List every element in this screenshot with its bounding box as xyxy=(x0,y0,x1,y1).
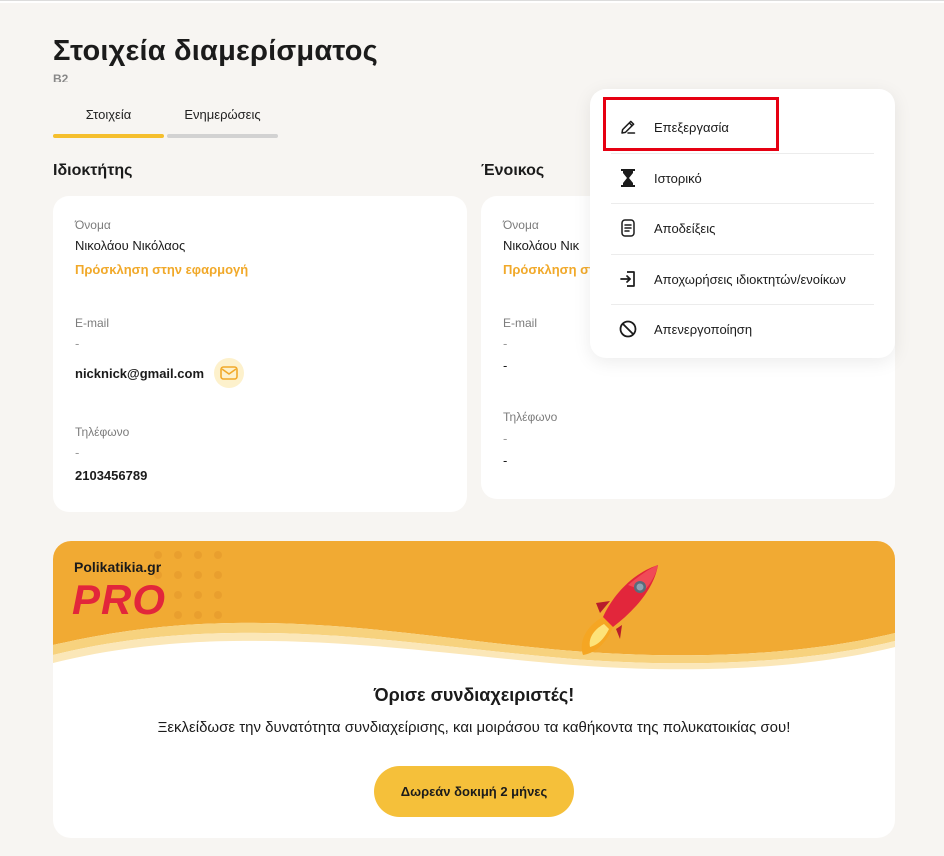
highlight-edit-box xyxy=(603,97,779,151)
pro-badge: PRO xyxy=(72,576,167,623)
promo-heading: Όρισε συνδιαχειριστές! xyxy=(373,685,575,705)
hourglass-icon xyxy=(619,169,637,187)
tenant-email: - xyxy=(503,358,508,373)
owner-name-label: Όνομα xyxy=(75,218,111,232)
tab-updates[interactable]: Ενημερώσεις xyxy=(167,104,278,138)
tenant-phone-placeholder: - xyxy=(503,431,508,446)
brand-logo-text: Polikatikia.gr xyxy=(74,559,162,575)
owner-email-label: E-mail xyxy=(75,316,110,330)
tenant-email-label: E-mail xyxy=(503,316,538,330)
owner-card: Όνομα Νικολάου Νικόλαος Πρόσκληση στην ε… xyxy=(53,196,467,512)
owner-phone-label: Τηλέφωνο xyxy=(75,425,130,439)
promo-description: Ξεκλείδωσε την δυνατότητα συνδιαχείρισης… xyxy=(157,719,791,736)
rocket-icon xyxy=(581,565,658,655)
free-trial-button[interactable]: Δωρεάν δοκιμή 2 μήνες xyxy=(374,766,574,817)
tenant-name-label: Όνομα xyxy=(503,218,539,232)
tenant-email-placeholder: - xyxy=(503,336,508,351)
tenant-section-title: Ένοικος xyxy=(481,162,545,179)
tab-details[interactable]: Στοιχεία xyxy=(53,104,164,138)
menu-item-history[interactable]: Ιστορικό xyxy=(611,153,874,203)
menu-item-deactivate-label: Απενεργοποίηση xyxy=(654,321,753,337)
promo-banner xyxy=(53,541,895,670)
menu-item-receipts-label: Αποδείξεις xyxy=(654,220,716,236)
owner-phone: 2103456789 xyxy=(75,468,148,483)
owner-section-title: Ιδιοκτήτης xyxy=(53,162,133,179)
apartment-code: B2 xyxy=(53,72,69,82)
menu-item-history-label: Ιστορικό xyxy=(654,170,702,186)
pro-promo-card: Polikatikia.gr PRO Όρισε συνδιαχειριστές… xyxy=(53,541,895,838)
tenant-phone: - xyxy=(503,453,508,468)
block-icon xyxy=(619,320,637,338)
owner-name: Νικολάου Νικόλαος xyxy=(75,238,186,253)
menu-item-deactivate[interactable]: Απενεργοποίηση xyxy=(611,304,874,354)
mail-icon xyxy=(220,366,238,380)
tab-bar: Στοιχεία Ενημερώσεις xyxy=(53,104,281,138)
tenant-invite-link[interactable]: Πρόσκληση στ xyxy=(503,262,595,277)
owner-email: nicknick@gmail.com xyxy=(75,366,204,381)
page-title: Στοιχεία διαμερίσματος xyxy=(53,35,378,67)
owner-invite-link[interactable]: Πρόσκληση στην εφαρμογή xyxy=(75,262,248,277)
receipt-icon xyxy=(619,219,637,237)
menu-item-receipts[interactable]: Αποδείξεις xyxy=(611,203,874,253)
menu-item-departures-label: Αποχωρήσεις ιδιοκτητών/ενοίκων xyxy=(654,271,846,287)
send-email-button[interactable] xyxy=(214,358,244,388)
top-border xyxy=(0,0,944,3)
menu-item-departures[interactable]: Αποχωρήσεις ιδιοκτητών/ενοίκων xyxy=(611,254,874,304)
owner-email-placeholder: - xyxy=(75,336,80,351)
exit-icon xyxy=(619,270,637,288)
tenant-phone-label: Τηλέφωνο xyxy=(503,410,558,424)
tenant-name: Νικολάου Νικ xyxy=(503,238,580,253)
owner-phone-placeholder: - xyxy=(75,445,80,460)
